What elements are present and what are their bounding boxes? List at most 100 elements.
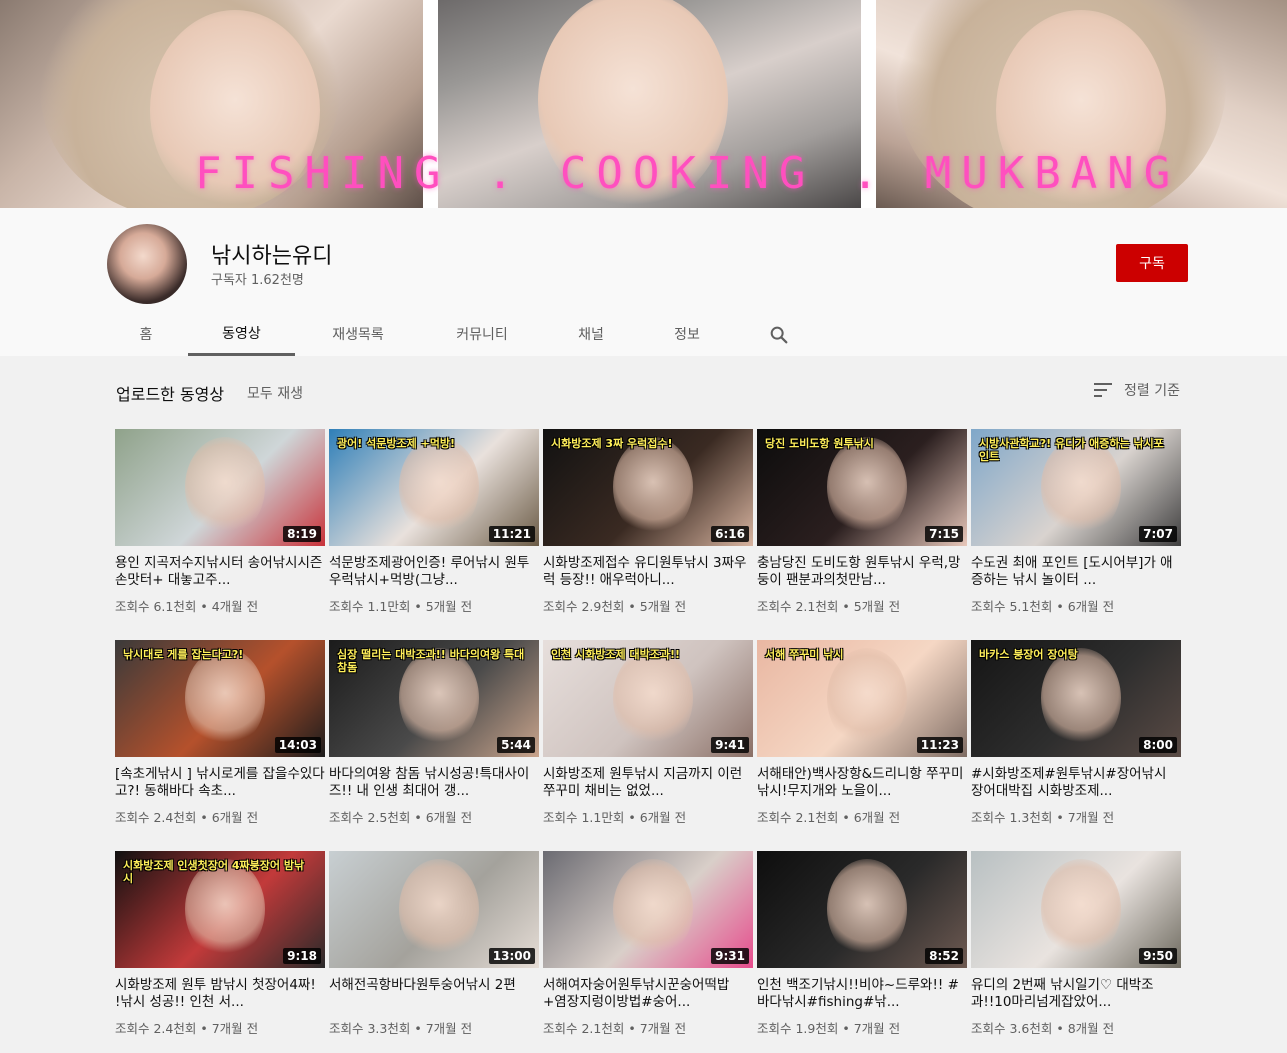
video-meta: 조회수 3.3천회 • 7개월 전 bbox=[329, 1018, 539, 1037]
meta-separator: • bbox=[624, 1021, 640, 1036]
video-thumbnail[interactable]: 9:50 bbox=[971, 851, 1181, 968]
video-title[interactable]: 시화방조제접수 유디원투낚시 3짜우럭 등장!! 애우럭아니... bbox=[543, 555, 753, 589]
video-meta: 조회수 5.1천회 • 6개월 전 bbox=[971, 596, 1181, 615]
tab-home[interactable]: 홈 bbox=[120, 312, 172, 356]
video-thumbnail[interactable]: 9:31 bbox=[543, 851, 753, 968]
video-title[interactable]: 석문방조제광어인증! 루어낚시 원투우럭낚시+먹방(그냥... bbox=[329, 555, 539, 589]
tab-playlists[interactable]: 재생목록 bbox=[318, 312, 398, 356]
video-duration: 6:16 bbox=[711, 526, 749, 542]
view-count: 조회수 2.1천회 bbox=[757, 599, 839, 614]
video-card[interactable]: 시방사관학교?! 유디가 애증하는 낚시포인트 7:07 수도권 최애 포인트 [도… bbox=[971, 429, 1181, 615]
thumbnail-caption: 서해 쭈꾸미 낚시 bbox=[765, 648, 844, 661]
upload-age: 6개월 전 bbox=[853, 810, 901, 825]
upload-age: 5개월 전 bbox=[853, 599, 901, 614]
video-card[interactable]: 8:19 용인 지곡저수지낚시터 송어낚시시즌 손맛터+ 대놓고주... 조회수 6… bbox=[115, 429, 325, 615]
video-meta: 조회수 1.3천회 • 7개월 전 bbox=[971, 807, 1181, 826]
upload-age: 7개월 전 bbox=[639, 1021, 687, 1036]
video-card[interactable]: 시화방조제 3짜 우럭접수! 6:16 시화방조제접수 유디원투낚시 3짜우럭 등장… bbox=[543, 429, 753, 615]
video-title[interactable]: 서해태안)백사장항&드리니항 쭈꾸미낚시!무지개와 노을이... bbox=[757, 766, 967, 800]
video-thumbnail[interactable]: 광어! 석문방조제 +먹방! 11:21 bbox=[329, 429, 539, 546]
play-all-button[interactable]: 모두 재생 bbox=[247, 383, 303, 403]
search-icon[interactable] bbox=[768, 324, 790, 346]
section-title: 업로드한 동영상 bbox=[116, 385, 225, 404]
video-title[interactable]: 인천 백조기낚시!!비야~드루와!! #바다낚시#fishing#낚... bbox=[757, 977, 967, 1011]
channel-avatar[interactable] bbox=[107, 224, 187, 304]
video-meta: 조회수 2.5천회 • 6개월 전 bbox=[329, 807, 539, 826]
video-meta: 조회수 1.9천회 • 7개월 전 bbox=[757, 1018, 967, 1037]
video-thumbnail[interactable]: 심장 떨리는 대박조과!! 바다의여왕 특대참돔 5:44 bbox=[329, 640, 539, 757]
video-duration: 9:18 bbox=[283, 948, 321, 964]
video-card[interactable]: 13:00 서해전곡항바다원투숭어낚시 2편조회수 3.3천회 • 7개월 전 bbox=[329, 851, 539, 1037]
video-title[interactable]: 시화방조제 원투낚시 지금까지 이런 쭈꾸미 채비는 없었... bbox=[543, 766, 753, 800]
video-title[interactable]: [속초게낚시 ] 낚시로게를 잡을수있다고?! 동해바다 속초... bbox=[115, 766, 325, 800]
video-thumbnail[interactable]: 시방사관학교?! 유디가 애증하는 낚시포인트 7:07 bbox=[971, 429, 1181, 546]
upload-age: 7개월 전 bbox=[425, 1021, 473, 1036]
thumbnail-caption: 심장 떨리는 대박조과!! 바다의여왕 특대참돔 bbox=[337, 648, 525, 675]
view-count: 조회수 1.1만회 bbox=[329, 599, 411, 614]
video-thumbnail[interactable]: 8:52 bbox=[757, 851, 967, 968]
tab-community[interactable]: 커뮤니티 bbox=[442, 312, 522, 356]
subscriber-count: 구독자 1.62천명 bbox=[211, 273, 304, 288]
video-title[interactable]: 시화방조제 원투 밤낚시 첫장어4짜! !낚시 성공!! 인천 서... bbox=[115, 977, 325, 1011]
video-duration: 14:03 bbox=[274, 737, 321, 753]
meta-separator: • bbox=[624, 810, 640, 825]
video-card[interactable]: 바카스 붕장어 장어탕 8:00 #시화방조제#원투낚시#장어낚시 장어대박집 시화… bbox=[971, 640, 1181, 826]
view-count: 조회수 1.1만회 bbox=[543, 810, 625, 825]
video-title[interactable]: #시화방조제#원투낚시#장어낚시 장어대박집 시화방조제... bbox=[971, 766, 1181, 800]
thumbnail-caption: 낚시대로 게를 잡는다고?! bbox=[123, 648, 244, 661]
video-thumbnail[interactable]: 시화방조제 인생첫장어 4짜붕장어 밤낚시 9:18 bbox=[115, 851, 325, 968]
banner-text: FISHING . COOKING . MUKBANG bbox=[195, 148, 1181, 199]
video-card[interactable]: 시화방조제 인생첫장어 4짜붕장어 밤낚시 9:18 시화방조제 원투 밤낚시 첫장… bbox=[115, 851, 325, 1037]
video-card[interactable]: 서해 쭈꾸미 낚시 11:23 서해태안)백사장항&드리니항 쭈꾸미낚시!무지개와 … bbox=[757, 640, 967, 826]
sort-button[interactable]: 정렬 기준 bbox=[1094, 380, 1180, 400]
video-title[interactable]: 유디의 2번째 낚시일기♡ 대박조과!!10마리넘게잡았어... bbox=[971, 977, 1181, 1011]
video-card[interactable]: 9:31 서해여자숭어원투낚시꾼숭어떡밥+염장지렁이방법#숭어... 조회수 2.1… bbox=[543, 851, 753, 1037]
video-title[interactable]: 서해여자숭어원투낚시꾼숭어떡밥+염장지렁이방법#숭어... bbox=[543, 977, 753, 1011]
video-card[interactable]: 당진 도비도항 원투낚시 7:15 충남당진 도비도항 원투낚시 우럭,망둥이 팬분… bbox=[757, 429, 967, 615]
tab-channels[interactable]: 채널 bbox=[566, 312, 616, 356]
video-meta: 조회수 2.1천회 • 5개월 전 bbox=[757, 596, 967, 615]
video-title[interactable]: 충남당진 도비도항 원투낚시 우럭,망둥이 팬분과의첫만남... bbox=[757, 555, 967, 589]
video-title[interactable]: 수도권 최애 포인트 [도시어부]가 애증하는 낚시 놀이터 ... bbox=[971, 555, 1181, 589]
video-card[interactable]: 인천 시화방조제 대박조과!! 9:41 시화방조제 원투낚시 지금까지 이런 쭈꾸… bbox=[543, 640, 753, 826]
view-count: 조회수 2.4천회 bbox=[115, 1021, 197, 1036]
video-card[interactable]: 심장 떨리는 대박조과!! 바다의여왕 특대참돔 5:44 바다의여왕 참돔 낚시성… bbox=[329, 640, 539, 826]
meta-separator: • bbox=[410, 599, 426, 614]
tab-about[interactable]: 정보 bbox=[662, 312, 712, 356]
tab-videos[interactable]: 동영상 bbox=[188, 312, 295, 356]
video-card[interactable]: 8:52 인천 백조기낚시!!비야~드루와!! #바다낚시#fishing#낚..… bbox=[757, 851, 967, 1037]
video-duration: 7:07 bbox=[1139, 526, 1177, 542]
subscribe-button[interactable]: 구독 bbox=[1116, 244, 1188, 282]
upload-age: 7개월 전 bbox=[1067, 810, 1115, 825]
upload-age: 5개월 전 bbox=[425, 599, 473, 614]
view-count: 조회수 3.6천회 bbox=[971, 1021, 1053, 1036]
video-title[interactable]: 용인 지곡저수지낚시터 송어낚시시즌 손맛터+ 대놓고주... bbox=[115, 555, 325, 589]
video-meta: 조회수 1.1만회 • 6개월 전 bbox=[543, 807, 753, 826]
meta-separator: • bbox=[838, 1021, 854, 1036]
upload-age: 7개월 전 bbox=[211, 1021, 259, 1036]
video-card[interactable]: 낚시대로 게를 잡는다고?! 14:03 [속초게낚시 ] 낚시로게를 잡을수있다고… bbox=[115, 640, 325, 826]
video-card[interactable]: 광어! 석문방조제 +먹방! 11:21 석문방조제광어인증! 루어낚시 원투우럭낚… bbox=[329, 429, 539, 615]
video-thumbnail[interactable]: 시화방조제 3짜 우럭접수! 6:16 bbox=[543, 429, 753, 546]
video-title[interactable]: 바다의여왕 참돔 낚시성공!특대사이즈!! 내 인생 최대어 갱... bbox=[329, 766, 539, 800]
video-card[interactable]: 9:50 유디의 2번째 낚시일기♡ 대박조과!!10마리넘게잡았어... 조회수 … bbox=[971, 851, 1181, 1037]
meta-separator: • bbox=[410, 810, 426, 825]
video-duration: 11:23 bbox=[916, 737, 963, 753]
video-title[interactable]: 서해전곡항바다원투숭어낚시 2편 bbox=[329, 977, 539, 1011]
upload-age: 8개월 전 bbox=[1067, 1021, 1115, 1036]
video-thumbnail[interactable]: 8:19 bbox=[115, 429, 325, 546]
view-count: 조회수 6.1천회 bbox=[115, 599, 197, 614]
video-thumbnail[interactable]: 인천 시화방조제 대박조과!! 9:41 bbox=[543, 640, 753, 757]
video-thumbnail[interactable]: 낚시대로 게를 잡는다고?! 14:03 bbox=[115, 640, 325, 757]
video-thumbnail[interactable]: 13:00 bbox=[329, 851, 539, 968]
sort-label: 정렬 기준 bbox=[1124, 383, 1180, 399]
video-thumbnail[interactable]: 서해 쭈꾸미 낚시 11:23 bbox=[757, 640, 967, 757]
channel-tabs: 홈 동영상 재생목록 커뮤니티 채널 정보 bbox=[0, 312, 1287, 356]
video-duration: 9:41 bbox=[711, 737, 749, 753]
video-duration: 8:19 bbox=[283, 526, 321, 542]
video-duration: 7:15 bbox=[925, 526, 963, 542]
view-count: 조회수 2.9천회 bbox=[543, 599, 625, 614]
video-thumbnail[interactable]: 바카스 붕장어 장어탕 8:00 bbox=[971, 640, 1181, 757]
meta-separator: • bbox=[196, 599, 212, 614]
video-thumbnail[interactable]: 당진 도비도항 원투낚시 7:15 bbox=[757, 429, 967, 546]
